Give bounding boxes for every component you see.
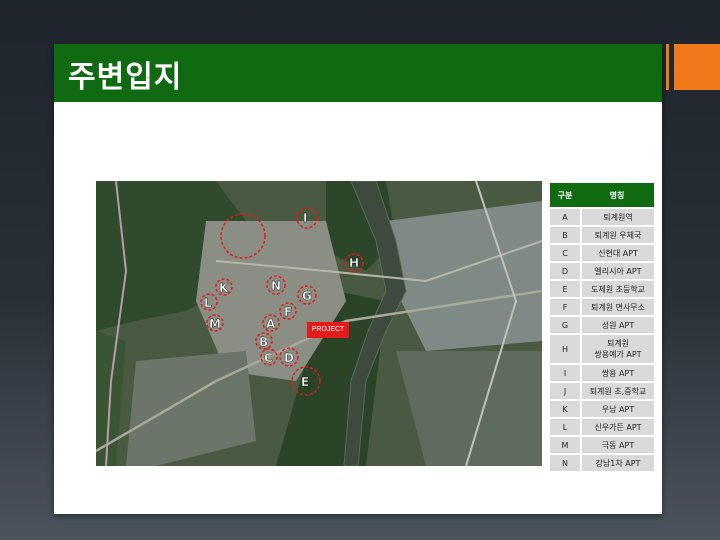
marker-l: L	[204, 296, 212, 310]
marker-h: H	[349, 256, 359, 270]
marker-a: A	[266, 317, 276, 331]
legend-name: 엘리시아 APT	[580, 263, 654, 279]
marker-g: G	[302, 289, 312, 303]
marker-i: I	[303, 211, 307, 225]
legend-name: 퇴계원 초,중학교	[580, 383, 654, 399]
legend-id: D	[550, 263, 580, 279]
legend-table: 구분 명칭 A 퇴계원역 B 퇴계원 우체국 C 신현대 APT D 엘리시아 APT …	[550, 181, 654, 473]
legend-name: 신현대 APT	[580, 245, 654, 261]
legend-row: K 우남 APT	[550, 401, 654, 417]
legend-row: J 퇴계원 초,중학교	[550, 383, 654, 399]
legend-row: D 엘리시아 APT	[550, 263, 654, 279]
legend-row: L 신우가든 APT	[550, 419, 654, 435]
marker-f: F	[284, 305, 292, 319]
legend-row: M 극동 APT	[550, 437, 654, 453]
legend-name: 퇴계원역	[580, 209, 654, 225]
legend-row: F 퇴계원 면사무소	[550, 299, 654, 315]
legend-name: 퇴계원 쌍용예가 APT	[580, 335, 654, 363]
legend-id: L	[550, 419, 580, 435]
legend-name: 극동 APT	[580, 437, 654, 453]
legend-name-line1: 퇴계원	[606, 339, 630, 348]
legend-name-line2: 쌍용예가 APT	[594, 350, 642, 359]
legend-id: B	[550, 227, 580, 243]
legend-id: K	[550, 401, 580, 417]
project-tag: PROJECT	[307, 322, 349, 338]
marker-n: N	[271, 279, 281, 293]
legend-row: E 도제원 초등학교	[550, 281, 654, 297]
legend-id: C	[550, 245, 580, 261]
legend-id: E	[550, 281, 580, 297]
legend-row: C 신현대 APT	[550, 245, 654, 261]
legend-row: G 성원 APT	[550, 317, 654, 333]
legend-id: I	[550, 365, 580, 381]
legend-header-category: 구분	[550, 183, 580, 207]
legend-name: 성원 APT	[580, 317, 654, 333]
legend-id: J	[550, 383, 580, 399]
legend-name: 퇴계원 우체국	[580, 227, 654, 243]
accent-block	[674, 44, 720, 90]
legend-row: A 퇴계원역	[550, 209, 654, 225]
accent-bar	[666, 44, 669, 90]
marker-c: C	[264, 351, 273, 365]
legend-name: 퇴계원 면사무소	[580, 299, 654, 315]
legend-row: H 퇴계원 쌍용예가 APT	[550, 335, 654, 363]
legend-id: H	[550, 335, 580, 363]
title-bar: 주변입지	[54, 44, 662, 102]
legend-id: F	[550, 299, 580, 315]
legend-name: 우남 APT	[580, 401, 654, 417]
legend-name: 신우가든 APT	[580, 419, 654, 435]
legend-name: 강남1차 APT	[580, 455, 654, 471]
marker-e: E	[301, 375, 309, 389]
marker-m: M	[209, 317, 221, 331]
legend-header-name: 명칭	[580, 183, 654, 207]
legend-id: A	[550, 209, 580, 225]
legend-id: N	[550, 455, 580, 471]
marker-k: K	[219, 281, 229, 295]
marker-b: B	[259, 335, 268, 349]
legend-id: M	[550, 437, 580, 453]
legend-row: I 쌍용 APT	[550, 365, 654, 381]
legend-name: 도제원 초등학교	[580, 281, 654, 297]
legend-row: B 퇴계원 우체국	[550, 227, 654, 243]
legend-name: 쌍용 APT	[580, 365, 654, 381]
legend-row: N 강남1차 APT	[550, 455, 654, 471]
legend-header-row: 구분 명칭	[550, 183, 654, 207]
slide-title: 주변입지	[68, 60, 183, 95]
legend-id: G	[550, 317, 580, 333]
marker-d: D	[284, 351, 294, 365]
